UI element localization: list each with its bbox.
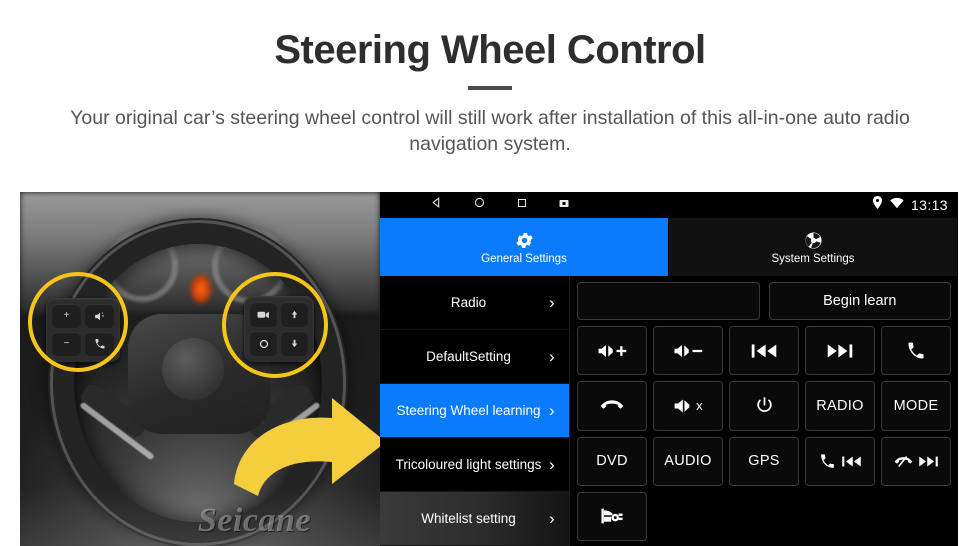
steering-wheel-photo: + − Seicane: [20, 192, 380, 546]
chevron-right-icon: ›: [549, 347, 555, 366]
power-button[interactable]: [729, 381, 799, 431]
volume-up-button[interactable]: [577, 326, 647, 376]
hangup-next-icon: [894, 454, 939, 469]
chevron-right-icon: ›: [549, 293, 555, 312]
menu-item-label: Whitelist setting: [421, 510, 516, 526]
tab-general-settings[interactable]: General Settings: [380, 218, 669, 276]
highlight-circle-right: [222, 272, 328, 378]
power-icon: [755, 396, 774, 415]
hangup-button[interactable]: [577, 381, 647, 431]
menu-item-tricoloured-light-settings[interactable]: Tricoloured light settings ›: [380, 438, 569, 492]
brand-watermark: Seicane: [198, 502, 312, 539]
hangup-next-button[interactable]: [881, 436, 951, 486]
steering-wheel-learning-panel: Begin learn x RADIO MODE DVD AUDIO GPS: [570, 276, 958, 546]
menu-item-label: Steering Wheel learning: [396, 402, 541, 418]
phone-previous-icon: [819, 453, 862, 470]
tab-system-settings-label: System Settings: [771, 253, 855, 265]
volume-down-icon: [673, 342, 703, 360]
head-unit-screen: 13:13 General Settings System Settings R…: [380, 192, 958, 546]
illustration-composite: + − Seicane 13:13 General Settings Syste…: [20, 192, 958, 546]
airbag-center: [162, 338, 224, 400]
grid-empty-slot: [805, 492, 875, 541]
learning-controls-row: Begin learn: [577, 282, 951, 320]
page-subtitle: Your original car’s steering wheel contr…: [70, 107, 910, 156]
menu-item-label: DefaultSetting: [426, 348, 511, 364]
call-previous-button[interactable]: [805, 436, 875, 486]
system-swirl-icon: [803, 229, 824, 251]
next-track-button[interactable]: [805, 326, 875, 376]
page-root: Steering Wheel Control Your original car…: [0, 0, 980, 546]
highlight-circle-left: [28, 272, 128, 372]
grid-empty-slot: [881, 492, 951, 541]
learn-input[interactable]: [577, 282, 760, 320]
wifi-icon: [890, 196, 904, 214]
next-track-icon: [826, 342, 854, 360]
back-icon[interactable]: [430, 196, 443, 214]
car-navigation-button[interactable]: [577, 491, 647, 541]
nav-buttons: [390, 196, 570, 214]
mute-button[interactable]: x: [653, 381, 723, 431]
volume-mute-icon: x: [673, 397, 703, 415]
title-divider: [468, 86, 512, 90]
menu-item-label: Radio: [450, 294, 487, 310]
call-button[interactable]: [881, 326, 951, 376]
location-icon: [872, 196, 883, 214]
status-bar-clock: 13:13: [910, 197, 948, 213]
tab-system-settings[interactable]: System Settings: [669, 218, 958, 276]
page-title: Steering Wheel Control: [274, 28, 706, 72]
android-status-bar: 13:13: [380, 192, 958, 218]
menu-item-steering-wheel-learning[interactable]: Steering Wheel learning ›: [380, 384, 569, 438]
grid-empty-slot: [653, 492, 723, 541]
menu-item-default-setting[interactable]: DefaultSetting ›: [380, 330, 569, 384]
settings-menu: Radio › DefaultSetting › Steering Wheel …: [380, 276, 570, 546]
chevron-right-icon: ›: [549, 509, 555, 528]
recents-icon[interactable]: [516, 196, 528, 214]
volume-up-icon: [597, 342, 627, 360]
begin-learn-button[interactable]: Begin learn: [768, 282, 951, 320]
settings-body: Radio › DefaultSetting › Steering Wheel …: [380, 276, 958, 546]
dvd-button[interactable]: DVD: [577, 436, 647, 486]
grid-empty-slot: [729, 492, 799, 541]
menu-item-whitelist-setting[interactable]: Whitelist setting ›: [380, 492, 569, 546]
phone-call-icon: [906, 341, 926, 361]
menu-item-radio[interactable]: Radio ›: [380, 276, 569, 330]
page-header: Steering Wheel Control Your original car…: [0, 0, 980, 158]
status-indicators: 13:13: [872, 196, 948, 214]
previous-track-button[interactable]: [729, 326, 799, 376]
mode-button[interactable]: MODE: [881, 381, 951, 431]
screenshot-icon[interactable]: [558, 196, 570, 214]
previous-track-icon: [750, 342, 778, 360]
chevron-right-icon: ›: [549, 455, 555, 474]
settings-tabs: General Settings System Settings: [380, 218, 958, 276]
phone-hangup-icon: [600, 398, 624, 414]
volume-down-button[interactable]: [653, 326, 723, 376]
gps-button[interactable]: GPS: [729, 436, 799, 486]
tab-general-settings-label: General Settings: [481, 253, 567, 265]
chevron-right-icon: ›: [549, 401, 555, 420]
car-navigation-icon: [599, 506, 625, 526]
swc-function-grid: x RADIO MODE DVD AUDIO GPS: [577, 326, 951, 541]
pointer-arrow-icon: [228, 388, 380, 498]
home-icon[interactable]: [473, 196, 486, 214]
gear-icon: [514, 229, 535, 251]
radio-button[interactable]: RADIO: [805, 381, 875, 431]
menu-item-label: Tricoloured light settings: [395, 456, 542, 472]
audio-button[interactable]: AUDIO: [653, 436, 723, 486]
